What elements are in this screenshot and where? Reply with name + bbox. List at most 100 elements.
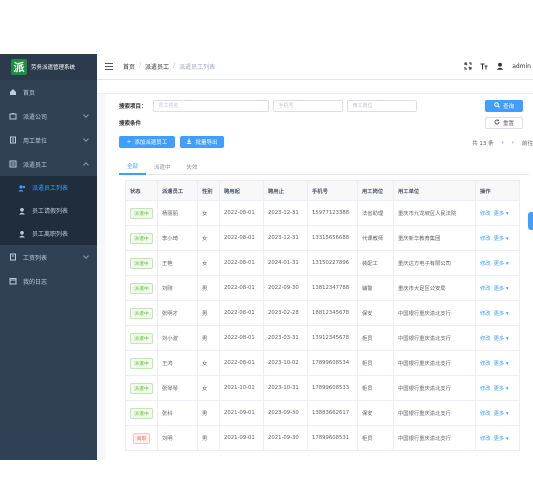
prev-page-icon[interactable]: ‹ [502, 140, 504, 146]
edit-link[interactable]: 修改 [480, 361, 491, 367]
table-cell: 2022-08-01 [219, 225, 264, 251]
more-dropdown[interactable]: 更多 [494, 411, 505, 417]
table-row: 派遣中 张琴琴女 2021-10-01 2023-10-31 17899608533 柜员… [125, 375, 520, 401]
more-dropdown[interactable]: 更多 [494, 261, 505, 267]
table-cell: 重庆市大足区公安局 [393, 275, 476, 301]
chevron-down-icon [83, 112, 89, 118]
tab-invalid[interactable]: 失效 [179, 159, 206, 175]
employee-table: 状态 派遣员工 性别 聘用起 聘用止 手机号 用工岗位 用工单位 操作 派遣中杨… [125, 180, 520, 451]
more-dropdown[interactable]: 更多 [494, 311, 505, 317]
table-cell: 2022-09-30 [263, 275, 308, 301]
fullscreen-icon[interactable] [464, 62, 472, 70]
table-row: 派遣中 王鸿女 2022-08-01 2023-10-02 17899608534 柜员中… [125, 350, 520, 376]
table-cell: 男 [197, 275, 220, 301]
table-cell: 柜员 [357, 425, 394, 451]
search-button[interactable]: 查询 [485, 100, 523, 112]
edit-link[interactable]: 修改 [480, 336, 491, 342]
more-dropdown[interactable]: 更多 [494, 286, 505, 292]
table-cell: 2023-03-31 [263, 325, 308, 351]
sidebar-item-home[interactable]: 首页 [0, 80, 97, 104]
tab-all[interactable]: 全部 [119, 159, 147, 175]
export-button[interactable]: 批量导出 [180, 136, 224, 148]
breadcrumb-current: 派遣员工列表 [179, 64, 216, 71]
table-cell: 张明才 [157, 300, 198, 326]
sidebar-item-label: 首页 [23, 89, 36, 97]
chevron-down-icon: ▾ [504, 261, 509, 267]
table-cell: 中国银行重庆渝北支行 [393, 350, 476, 376]
chevron-down-icon: ▾ [504, 411, 509, 417]
table-cell: 刘刚 [157, 275, 198, 301]
edit-link[interactable]: 修改 [480, 311, 491, 317]
search-icon [494, 102, 500, 110]
column-header: 用工岗位 [357, 180, 394, 201]
tab-dispatching[interactable]: 派遣中 [146, 159, 179, 175]
home-icon [9, 88, 17, 96]
table-cell: 中国银行重庆渝北支行 [393, 375, 476, 401]
chevron-down-icon: ▾ [504, 386, 509, 392]
sidebar-item-dispatch-employee[interactable]: 派遣员工 [0, 152, 97, 176]
table-cell: 装配工 [357, 250, 394, 276]
add-employee-button[interactable]: + 添加派遣员工 [119, 136, 175, 148]
chevron-down-icon: ▾ [504, 286, 509, 292]
table-cell-actions: 修改 更多 ▾ [475, 275, 520, 301]
more-dropdown[interactable]: 更多 [494, 361, 505, 367]
reset-button[interactable]: 重置 [485, 117, 523, 129]
more-dropdown[interactable]: 更多 [494, 211, 505, 217]
sidebar-item-resign-list[interactable]: 员工离职列表 [0, 222, 97, 245]
table-cell: 刘明 [157, 425, 198, 451]
edit-link[interactable]: 修改 [480, 411, 491, 417]
edit-link[interactable]: 修改 [480, 236, 491, 242]
user-icon[interactable] [496, 62, 504, 70]
column-header: 操作 [475, 180, 520, 201]
table-cell: 2022-08-01 [219, 250, 264, 276]
column-header: 状态 [125, 180, 158, 201]
edit-link[interactable]: 修改 [480, 286, 491, 292]
table-row: 离职 刘明男 2021-09-01 2021-09-30 17899608531 柜员 中国… [125, 425, 520, 451]
sidebar-item-leave-list[interactable]: 员工请假列表 [0, 199, 97, 222]
table-row: 派遣中 张明才男 2022-08-01 2023-02-28 18812345678 保安… [125, 300, 520, 326]
table-cell-actions: 修改 更多 ▾ [475, 425, 520, 451]
table-cell: 离职 [125, 425, 158, 451]
table-row: 派遣中 王艳女 2022-08-01 2024-01-31 13150227896 装配工… [125, 250, 520, 276]
employee-name-input[interactable] [152, 100, 269, 112]
status-badge: 派遣中 [130, 282, 153, 294]
table-cell: 男 [197, 325, 220, 351]
goto-label[interactable]: 前往 [522, 139, 533, 147]
table-cell: 2021-10-01 [219, 375, 264, 401]
table-cell: 2023-02-28 [263, 300, 308, 326]
more-dropdown[interactable]: 更多 [494, 336, 505, 342]
more-dropdown[interactable]: 更多 [494, 386, 505, 392]
font-size-icon[interactable] [480, 62, 488, 70]
settings-drawer-handle[interactable] [528, 212, 533, 230]
sidebar-item-dispatch-company[interactable]: 派遣公司 [0, 104, 97, 128]
phone-input[interactable] [272, 100, 343, 112]
username[interactable]: admin [512, 63, 531, 70]
table-cell-actions: 修改 更多 ▾ [475, 325, 520, 351]
table-cell: 17899608534 [307, 350, 358, 376]
edit-link[interactable]: 修改 [480, 386, 491, 392]
main-content: 搜索项目： 搜索条件 查询 重置 + 添加派遣员工 批量导出 共 13 条 ‹ … [105, 94, 533, 460]
more-dropdown[interactable]: 更多 [494, 436, 505, 442]
table-cell: 2022-08-01 [219, 350, 264, 376]
table-cell: 派遣中 [125, 200, 158, 226]
next-page-icon[interactable]: › [512, 140, 514, 146]
table-cell: 13812347788 [307, 275, 358, 301]
hamburger-icon[interactable] [105, 63, 113, 70]
sidebar-item-employer[interactable]: 用工单位 [0, 128, 97, 152]
table-cell: 2022-08-01 [219, 300, 264, 326]
list-icon [9, 160, 17, 168]
sidebar-item-my-log[interactable]: 我的日志 [0, 269, 97, 293]
table-cell: 男 [197, 400, 220, 426]
table-cell: 女 [197, 200, 220, 226]
more-dropdown[interactable]: 更多 [494, 236, 505, 242]
sidebar-item-employee-list[interactable]: 派遣员工列表 [0, 176, 97, 199]
post-input[interactable] [346, 100, 417, 112]
edit-link[interactable]: 修改 [480, 211, 491, 217]
edit-link[interactable]: 修改 [480, 261, 491, 267]
table-row: 派遣中 刘刚男 2022-08-01 2022-09-30 13812347788 辅警重… [125, 275, 520, 301]
breadcrumb-home[interactable]: 首页 [123, 62, 135, 71]
edit-link[interactable]: 修改 [480, 436, 491, 442]
sidebar-item-salary[interactable]: 工资列表 [0, 245, 97, 269]
status-badge: 派遣中 [130, 407, 153, 419]
search-button-label: 查询 [502, 104, 514, 110]
